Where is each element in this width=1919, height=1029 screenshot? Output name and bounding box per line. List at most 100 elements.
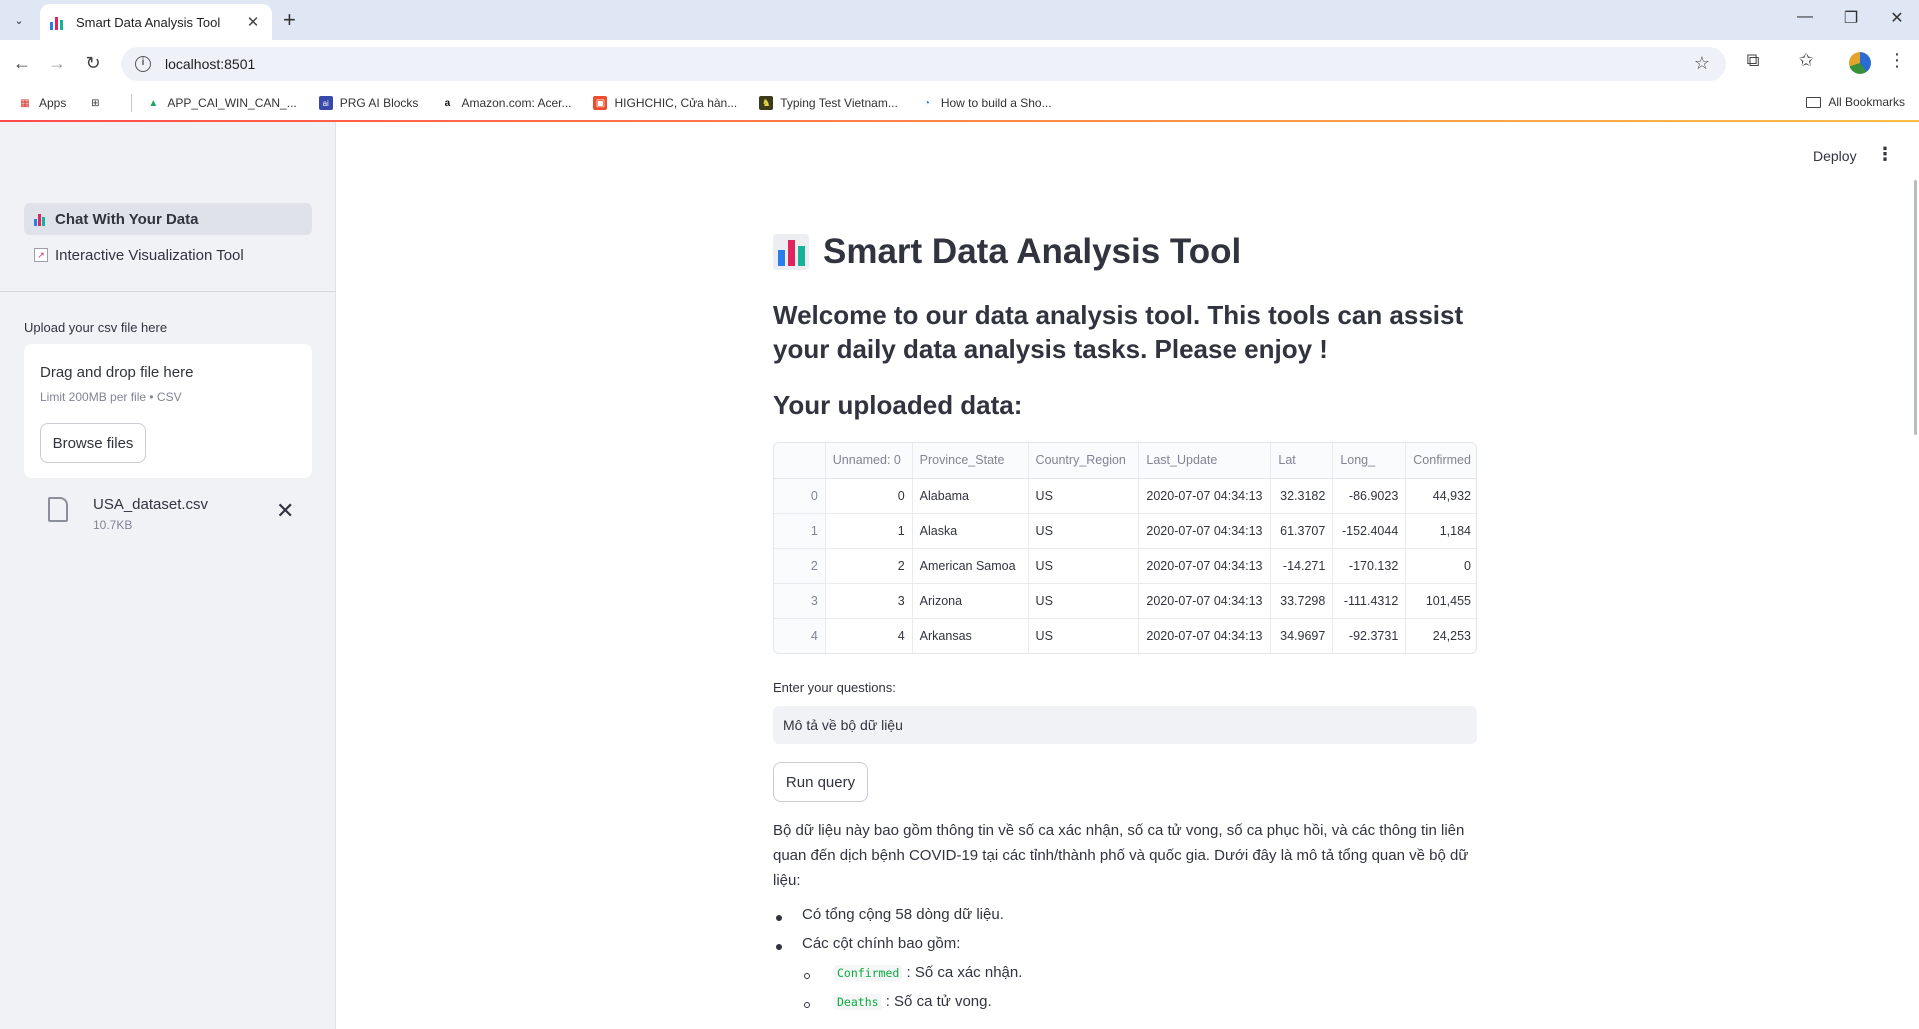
- question-input[interactable]: [773, 706, 1477, 744]
- list-item-text: : Số ca xác nhận.: [906, 964, 1023, 981]
- table-cell[interactable]: -86.9023: [1332, 478, 1407, 514]
- table-cell[interactable]: American Samoa: [912, 548, 1029, 584]
- table-cell[interactable]: 3: [825, 583, 913, 619]
- table-cell[interactable]: US: [1028, 583, 1140, 619]
- table-cell[interactable]: Alaska: [912, 513, 1029, 549]
- table-cell[interactable]: -152.4044: [1332, 513, 1407, 549]
- all-bookmarks[interactable]: All Bookmarks: [1806, 95, 1905, 109]
- forward-icon[interactable]: →: [45, 52, 69, 74]
- browse-files-button[interactable]: Browse files: [40, 423, 146, 463]
- welcome-heading: Welcome to our data analysis tool. This …: [773, 300, 1464, 364]
- table-cell[interactable]: -170.132: [1332, 548, 1407, 584]
- table-cell[interactable]: 2: [774, 548, 826, 584]
- column-header-index[interactable]: [774, 443, 826, 479]
- table-cell[interactable]: 44,932: [1405, 478, 1476, 514]
- table-cell[interactable]: 32.3182: [1270, 478, 1334, 514]
- table-cell[interactable]: 0: [774, 478, 826, 514]
- table-cell[interactable]: 101,455: [1405, 583, 1476, 619]
- tab-close-icon[interactable]: ✕: [244, 13, 262, 31]
- table-cell[interactable]: 2020-07-07 04:34:13: [1138, 548, 1272, 584]
- sidebar-item-interactive-visualization[interactable]: ↗ Interactive Visualization Tool: [24, 239, 312, 271]
- profile-avatar[interactable]: [1849, 52, 1871, 74]
- table-cell[interactable]: 61.3707: [1270, 513, 1334, 549]
- address-bar[interactable]: i localhost:8501 ☆: [121, 47, 1726, 81]
- reload-icon[interactable]: ↻: [81, 52, 105, 74]
- shop-icon: ▣: [593, 96, 608, 110]
- table-cell[interactable]: 1: [825, 513, 913, 549]
- table-cell[interactable]: 0: [1405, 548, 1476, 584]
- list-item-text: : Số ca tử vong.: [885, 993, 992, 1010]
- table-cell[interactable]: US: [1028, 618, 1140, 653]
- deploy-button[interactable]: Deploy: [1813, 148, 1857, 164]
- scrollbar[interactable]: [1914, 180, 1917, 435]
- bookmark-grid[interactable]: ⊞: [88, 96, 109, 110]
- sidebar: Chat With Your Data ↗ Interactive Visual…: [0, 122, 336, 1029]
- list-bullet: [804, 973, 810, 979]
- prg-ai-icon: ai: [318, 96, 333, 110]
- file-icon: [48, 497, 68, 522]
- browser-menu-icon[interactable]: ⋮: [1884, 50, 1910, 71]
- sidebar-item-label: Interactive Visualization Tool: [55, 246, 244, 264]
- table-cell[interactable]: 4: [774, 618, 826, 653]
- bookmark-amazon[interactable]: a Amazon.com: Acer...: [440, 96, 572, 110]
- run-query-button[interactable]: Run query: [773, 762, 868, 802]
- file-name: USA_dataset.csv: [93, 496, 209, 513]
- table-cell[interactable]: 2020-07-07 04:34:13: [1138, 618, 1272, 653]
- table-cell[interactable]: Arkansas: [912, 618, 1029, 653]
- table-cell[interactable]: -14.271: [1270, 548, 1334, 584]
- bookmarks-star-icon[interactable]: ✩: [1793, 50, 1819, 71]
- list-item: Các cột chính bao gồm:: [802, 935, 961, 952]
- table-cell[interactable]: 34.9697: [1270, 618, 1334, 653]
- bookmark-app-cai[interactable]: ▲ APP_CAI_WIN_CAN_...: [146, 96, 296, 110]
- dropzone-limit: Limit 200MB per file • CSV: [40, 390, 182, 404]
- table-cell[interactable]: 2020-07-07 04:34:13: [1138, 583, 1272, 619]
- file-dropzone[interactable]: Drag and drop file here Limit 200MB per …: [24, 344, 312, 478]
- bookmark-star-icon[interactable]: ☆: [1694, 53, 1710, 74]
- table-cell[interactable]: -111.4312: [1332, 583, 1407, 619]
- table-cell[interactable]: Arizona: [912, 583, 1029, 619]
- table-cell[interactable]: 1: [774, 513, 826, 549]
- table-cell[interactable]: US: [1028, 548, 1140, 584]
- main-menu-icon[interactable]: ⋮: [1876, 144, 1894, 165]
- column-header-country-region[interactable]: Country_Region: [1028, 443, 1140, 479]
- restore-icon[interactable]: ❐: [1836, 8, 1866, 28]
- column-header-last-update[interactable]: Last_Update: [1138, 443, 1272, 479]
- bookmark-how-to-build[interactable]: ◔ How to build a Sho...: [920, 96, 1052, 110]
- table-cell[interactable]: -92.3731: [1332, 618, 1407, 653]
- site-info-icon[interactable]: i: [135, 56, 151, 72]
- new-tab-icon[interactable]: +: [283, 8, 296, 32]
- minimize-icon[interactable]: —: [1790, 8, 1820, 26]
- table-cell[interactable]: 24,253: [1406, 618, 1476, 653]
- table-row: 1 1 Alaska US 2020-07-07 04:34:13 61.370…: [774, 513, 1476, 549]
- table-cell[interactable]: 4: [825, 618, 913, 653]
- tab-search-chevron-icon[interactable]: ⌄: [8, 9, 30, 31]
- table-cell[interactable]: US: [1028, 478, 1140, 514]
- column-header-long[interactable]: Long_: [1332, 443, 1407, 479]
- table-cell[interactable]: US: [1028, 513, 1140, 549]
- sidebar-item-chat-with-your-data[interactable]: Chat With Your Data: [24, 203, 312, 235]
- close-window-icon[interactable]: ✕: [1882, 8, 1912, 28]
- table-cell[interactable]: 0: [825, 478, 913, 514]
- table-cell[interactable]: 2020-07-07 04:34:13: [1138, 478, 1272, 514]
- table-cell[interactable]: Alabama: [912, 478, 1029, 514]
- bookmark-prg-ai[interactable]: ai PRG AI Blocks: [318, 96, 418, 110]
- sidebar-divider: [0, 291, 336, 292]
- table-cell[interactable]: 2: [825, 548, 913, 584]
- column-header-unnamed[interactable]: Unnamed: 0: [825, 443, 913, 479]
- table-cell[interactable]: 33.7298: [1270, 583, 1334, 619]
- extensions-icon[interactable]: ⧉: [1740, 50, 1766, 71]
- column-header-lat[interactable]: Lat: [1270, 443, 1334, 479]
- column-header-confirmed[interactable]: Confirmed: [1405, 443, 1476, 479]
- table-cell[interactable]: 2020-07-07 04:34:13: [1138, 513, 1272, 549]
- code-confirmed: Confirmed: [834, 965, 903, 981]
- column-header-province-state[interactable]: Province_State: [912, 443, 1029, 479]
- browser-tab[interactable]: Smart Data Analysis Tool ✕: [40, 4, 272, 40]
- table-cell[interactable]: 3: [774, 583, 826, 619]
- table-cell[interactable]: 1,184: [1405, 513, 1476, 549]
- data-table[interactable]: Unnamed: 0 Province_State Country_Region…: [773, 442, 1477, 654]
- back-icon[interactable]: ←: [10, 52, 34, 74]
- bookmark-highchic[interactable]: ▣ HIGHCHIC, Cửa hàn...: [593, 96, 737, 110]
- bookmark-typing-test[interactable]: ♞ Typing Test Vietnam...: [759, 96, 898, 110]
- remove-file-icon[interactable]: ✕: [276, 498, 294, 524]
- bookmark-apps[interactable]: ▦ Apps: [18, 96, 66, 110]
